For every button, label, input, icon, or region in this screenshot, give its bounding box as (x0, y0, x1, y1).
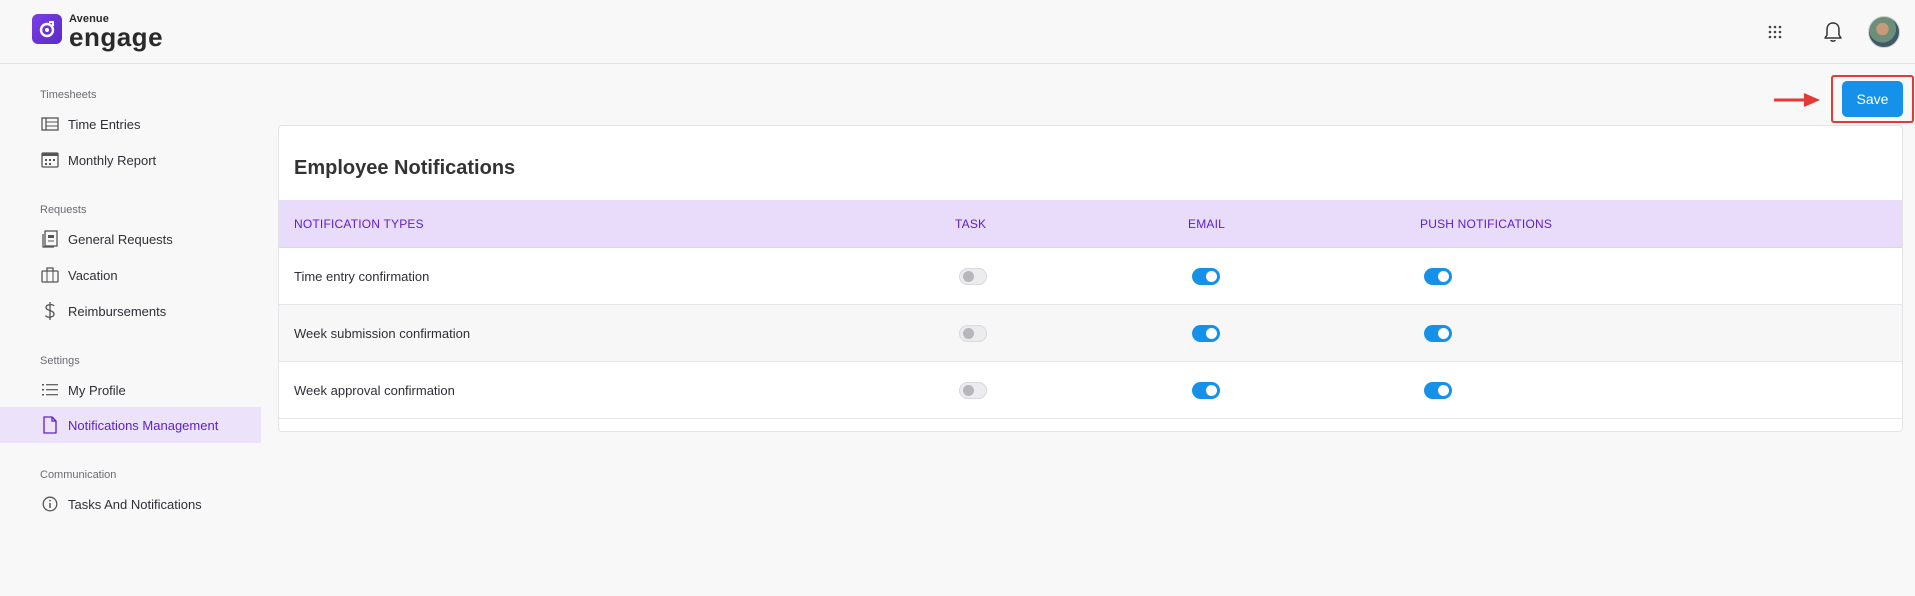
table-row: Time entry confirmation (279, 248, 1902, 305)
column-header-task: TASK (955, 217, 987, 231)
red-arrow-icon (1774, 91, 1822, 114)
sidebar-item-label: Vacation (68, 267, 118, 283)
column-header-notification-types: NOTIFICATION TYPES (294, 217, 424, 231)
sidebar-item-label: General Requests (68, 231, 173, 247)
bullet-list-icon (40, 380, 60, 400)
sidebar-item-vacation[interactable]: Vacation (0, 257, 261, 293)
sidebar-item-notifications-management[interactable]: Notifications Management (0, 407, 261, 443)
document-icon (40, 415, 60, 435)
sidebar-item-reimbursements[interactable]: Reimbursements (0, 293, 261, 329)
push-toggle[interactable] (1424, 325, 1452, 342)
notification-type-label: Time entry confirmation (294, 269, 430, 284)
sidebar-item-tasks-and-notifications[interactable]: Tasks And Notifications (0, 486, 261, 522)
column-header-push-notifications: PUSH NOTIFICATIONS (1420, 217, 1553, 231)
apps-grid-icon[interactable] (1761, 18, 1789, 46)
task-toggle[interactable] (959, 268, 987, 285)
email-toggle[interactable] (1192, 325, 1220, 342)
sidebar-item-my-profile[interactable]: My Profile (0, 372, 261, 408)
form-icon (40, 229, 60, 249)
table-row: Week submission confirmation (279, 305, 1902, 362)
sidebar-item-label: My Profile (68, 382, 126, 398)
task-toggle[interactable] (959, 325, 987, 342)
sidebar: Timesheets Time Entries Monthly Report R… (0, 64, 261, 596)
push-toggle[interactable] (1424, 382, 1452, 399)
sidebar-item-time-entries[interactable]: Time Entries (0, 106, 261, 142)
table-header: NOTIFICATION TYPES TASK EMAIL PUSH NOTIF… (279, 200, 1902, 248)
top-bar: Avenue engage (0, 0, 1915, 64)
task-toggle[interactable] (959, 382, 987, 399)
sidebar-item-label: Monthly Report (68, 152, 157, 168)
employee-notifications-card: Employee Notifications NOTIFICATION TYPE… (278, 125, 1903, 432)
sidebar-item-label: Notifications Management (68, 417, 219, 433)
sidebar-section-communication: Communication (40, 469, 117, 481)
calendar-icon (40, 150, 60, 170)
sidebar-section-timesheets: Timesheets (40, 89, 97, 101)
sidebar-item-monthly-report[interactable]: Monthly Report (0, 142, 261, 178)
brand-main-text: engage (69, 22, 164, 52)
bell-icon[interactable] (1819, 18, 1847, 46)
user-avatar[interactable] (1868, 16, 1900, 48)
sidebar-item-label: Tasks And Notifications (68, 496, 202, 512)
notification-type-label: Week approval confirmation (294, 383, 455, 398)
save-button[interactable]: Save (1842, 81, 1903, 117)
sidebar-section-requests: Requests (40, 204, 87, 216)
email-toggle[interactable] (1192, 268, 1220, 285)
app-logo[interactable]: Avenue engage (32, 14, 163, 50)
sidebar-item-label: Time Entries (68, 116, 141, 132)
info-icon (40, 494, 60, 514)
notification-type-label: Week submission confirmation (294, 326, 471, 341)
list-icon (40, 114, 60, 134)
dollar-icon (40, 301, 60, 321)
email-toggle[interactable] (1192, 382, 1220, 399)
sidebar-section-settings: Settings (40, 355, 80, 367)
sidebar-item-label: Reimbursements (68, 303, 167, 319)
sidebar-item-general-requests[interactable]: General Requests (0, 221, 261, 257)
table-row: Week approval confirmation (279, 362, 1902, 419)
column-header-email: EMAIL (1188, 217, 1226, 231)
logo-mark-icon (32, 14, 62, 44)
push-toggle[interactable] (1424, 268, 1452, 285)
suitcase-icon (40, 265, 60, 285)
card-title: Employee Notifications (294, 157, 516, 179)
